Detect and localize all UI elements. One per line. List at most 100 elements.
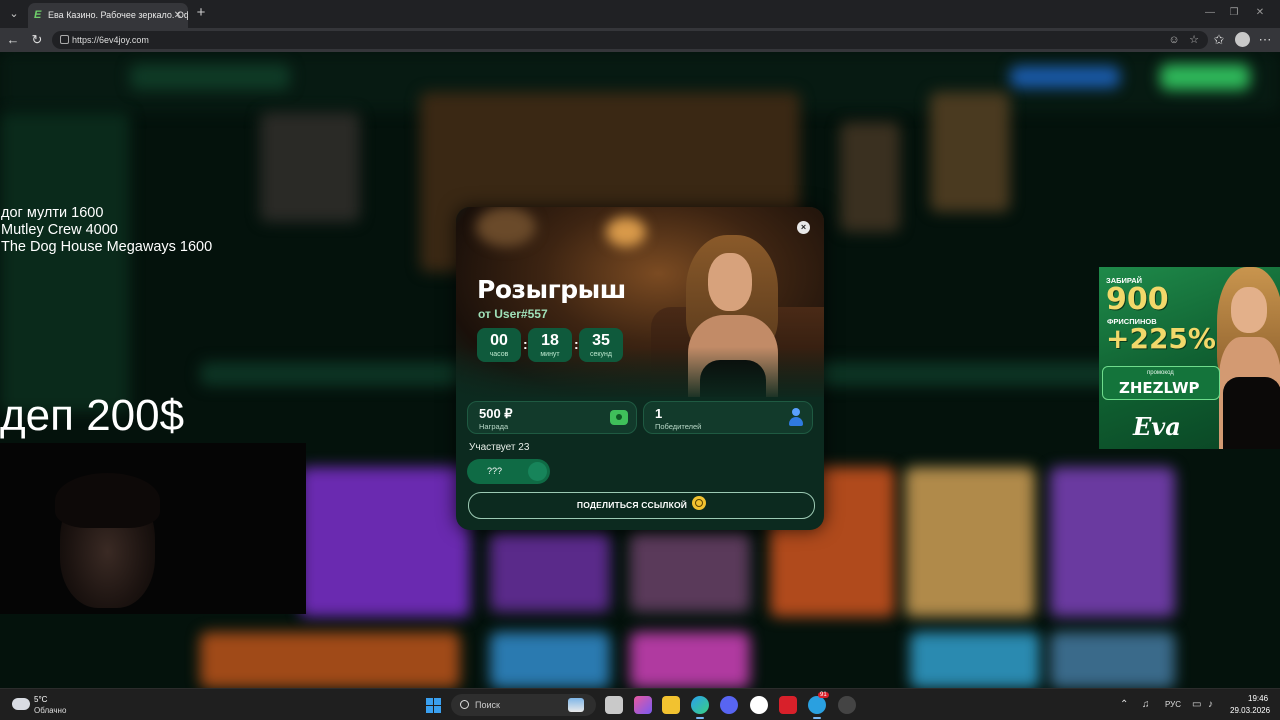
game-tile-5 <box>490 532 610 612</box>
webcam-feed <box>0 443 306 614</box>
clock-date[interactable]: 29.03.2026 <box>1230 706 1270 715</box>
weather-temperature[interactable]: 5°C <box>34 695 47 704</box>
address-bar[interactable]: https://6ev4joy.com ☺ ☆ <box>52 31 1208 49</box>
site-banner-3 <box>840 122 900 232</box>
share-label: ПОДЕЛИТЬСЯ ССЫЛКОЙ <box>576 500 688 510</box>
discord-icon[interactable] <box>720 696 738 714</box>
promo-code-label: промокод <box>1147 370 1174 376</box>
star-icon[interactable]: ☆ <box>1186 32 1202 48</box>
edge-icon[interactable] <box>691 696 709 719</box>
overlay-deposit: деп 200$ <box>0 391 185 440</box>
taskbar: 5°C Облачно Поиск 91 ⌃ ♫ РУС ▭ ♪ 19:46 2… <box>0 688 1280 720</box>
promo-amount: 900 <box>1106 282 1169 317</box>
site-register-button <box>1160 64 1250 90</box>
back-icon[interactable]: ← <box>4 31 22 49</box>
participate-toggle[interactable]: ??? <box>467 459 550 484</box>
tab-search-icon[interactable]: ⌄ <box>4 4 24 24</box>
favorites-icon[interactable]: ✩ <box>1210 31 1228 49</box>
telegram-icon[interactable]: 91 <box>808 692 829 719</box>
windows-start-icon[interactable] <box>426 698 441 713</box>
site-login-button <box>1010 66 1120 88</box>
yandex-browser-icon[interactable] <box>750 696 768 714</box>
winners-label: Победителей <box>655 422 702 431</box>
toggle-knob[interactable] <box>528 462 547 481</box>
reward-label: Награда <box>479 422 509 431</box>
game-tile-11 <box>1050 632 1175 688</box>
obs-icon[interactable] <box>838 696 856 714</box>
hero-lamp-2 <box>476 207 536 247</box>
user-icon <box>789 408 803 428</box>
winners-value: 1 <box>655 406 663 421</box>
restore-icon[interactable]: ❐ <box>1224 4 1244 22</box>
game-tile-8 <box>490 632 610 688</box>
screen: ⌄ E Ева Казино. Рабочее зеркало. Оф ✕ + … <box>0 0 1280 720</box>
browser-tab-active[interactable]: E Ева Казино. Рабочее зеркало. Оф ✕ <box>28 3 188 28</box>
network-icon[interactable]: ▭ <box>1192 698 1201 712</box>
search-icon <box>460 700 469 709</box>
game-tile-4 <box>1050 467 1175 617</box>
giveaway-author: от User#557 <box>478 307 548 321</box>
winners-card: 1 Победителей <box>643 401 813 434</box>
telegram-badge: 91 <box>818 692 829 698</box>
game-tile-7 <box>200 632 460 688</box>
game-tile-3 <box>905 467 1035 617</box>
timer-hours: 00 часов <box>477 328 521 362</box>
overlay-line-2: Mutley Crew 4000 <box>1 222 118 238</box>
promo-code: ZHEZLWP <box>1119 379 1200 397</box>
overlay-line-1: дог мулти 1600 <box>1 205 104 221</box>
file-explorer-icon[interactable] <box>662 696 680 714</box>
taskbar-search[interactable]: Поиск <box>451 694 596 716</box>
timer-minutes: 18 минут <box>528 328 572 362</box>
site-banner-4 <box>930 92 1010 212</box>
task-view-icon[interactable] <box>605 696 623 714</box>
reload-icon[interactable]: ↻ <box>28 31 46 49</box>
site-sidebar <box>0 112 130 412</box>
clock-time[interactable]: 19:46 <box>1248 694 1268 703</box>
tab-title: Ева Казино. Рабочее зеркало. Оф <box>48 10 188 20</box>
timer-seconds: 35 секунд <box>579 328 623 362</box>
minimize-icon[interactable]: — <box>1200 4 1220 22</box>
giveaway-title: Розыгрыш <box>477 275 626 304</box>
favicon-icon: E <box>34 9 42 21</box>
copilot-icon[interactable] <box>634 696 652 714</box>
giveaway-modal: × Розыгрыш от User#557 00 часов : 18 мин… <box>456 207 824 530</box>
close-icon[interactable]: ✕ <box>174 3 182 28</box>
reader-icon[interactable]: ☺ <box>1166 32 1182 48</box>
game-tile-1 <box>300 467 470 617</box>
cloud-icon[interactable] <box>12 698 30 710</box>
microphone-icon[interactable]: ♫ <box>1142 698 1150 712</box>
webcam-hair <box>55 473 160 528</box>
share-link-button[interactable]: ПОДЕЛИТЬСЯ ССЫЛКОЙ <box>468 492 815 519</box>
promo-code-box: промокод ZHEZLWP <box>1102 366 1220 400</box>
close-icon[interactable]: × <box>797 221 810 234</box>
participants-count: Участвует 23 <box>469 442 530 453</box>
timer-separator: : <box>574 336 579 352</box>
volume-icon[interactable]: ♪ <box>1208 698 1213 712</box>
reward-value: 500 ₽ <box>479 406 513 421</box>
kick-icon[interactable] <box>779 696 797 714</box>
promo-logo: Eva <box>1133 412 1181 441</box>
site-info-icon[interactable] <box>60 35 69 44</box>
overlay-line-3: The Dog House Megaways 1600 <box>1 239 213 255</box>
reward-card: 500 ₽ Награда <box>467 401 637 434</box>
profile-avatar[interactable] <box>1235 32 1250 47</box>
url-text: https://6ev4joy.com <box>72 35 149 45</box>
tray-overflow-icon[interactable]: ⌃ <box>1120 698 1128 712</box>
search-highlight-icon <box>568 698 584 712</box>
more-menu-icon[interactable]: ⋯ <box>1258 31 1272 49</box>
search-placeholder: Поиск <box>475 700 500 710</box>
timer-separator: : <box>523 336 528 352</box>
promo-bonus: +225% <box>1106 322 1216 355</box>
hero-lamp-1 <box>606 217 646 247</box>
language-indicator[interactable]: РУС <box>1165 698 1181 712</box>
toggle-label: ??? <box>487 466 503 476</box>
game-tile-10 <box>910 632 1040 688</box>
promo-banner[interactable]: ЗАБИРАЙ 900 ФРИСПИНОВ +225% промокод ZHE… <box>1099 267 1280 449</box>
weather-description[interactable]: Облачно <box>34 706 66 715</box>
link-icon <box>692 495 707 510</box>
site-logo <box>130 64 290 90</box>
money-icon <box>610 410 628 425</box>
promo-woman <box>1231 287 1267 333</box>
window-close-icon[interactable]: ✕ <box>1250 4 1270 22</box>
plus-icon[interactable]: + <box>192 4 210 22</box>
